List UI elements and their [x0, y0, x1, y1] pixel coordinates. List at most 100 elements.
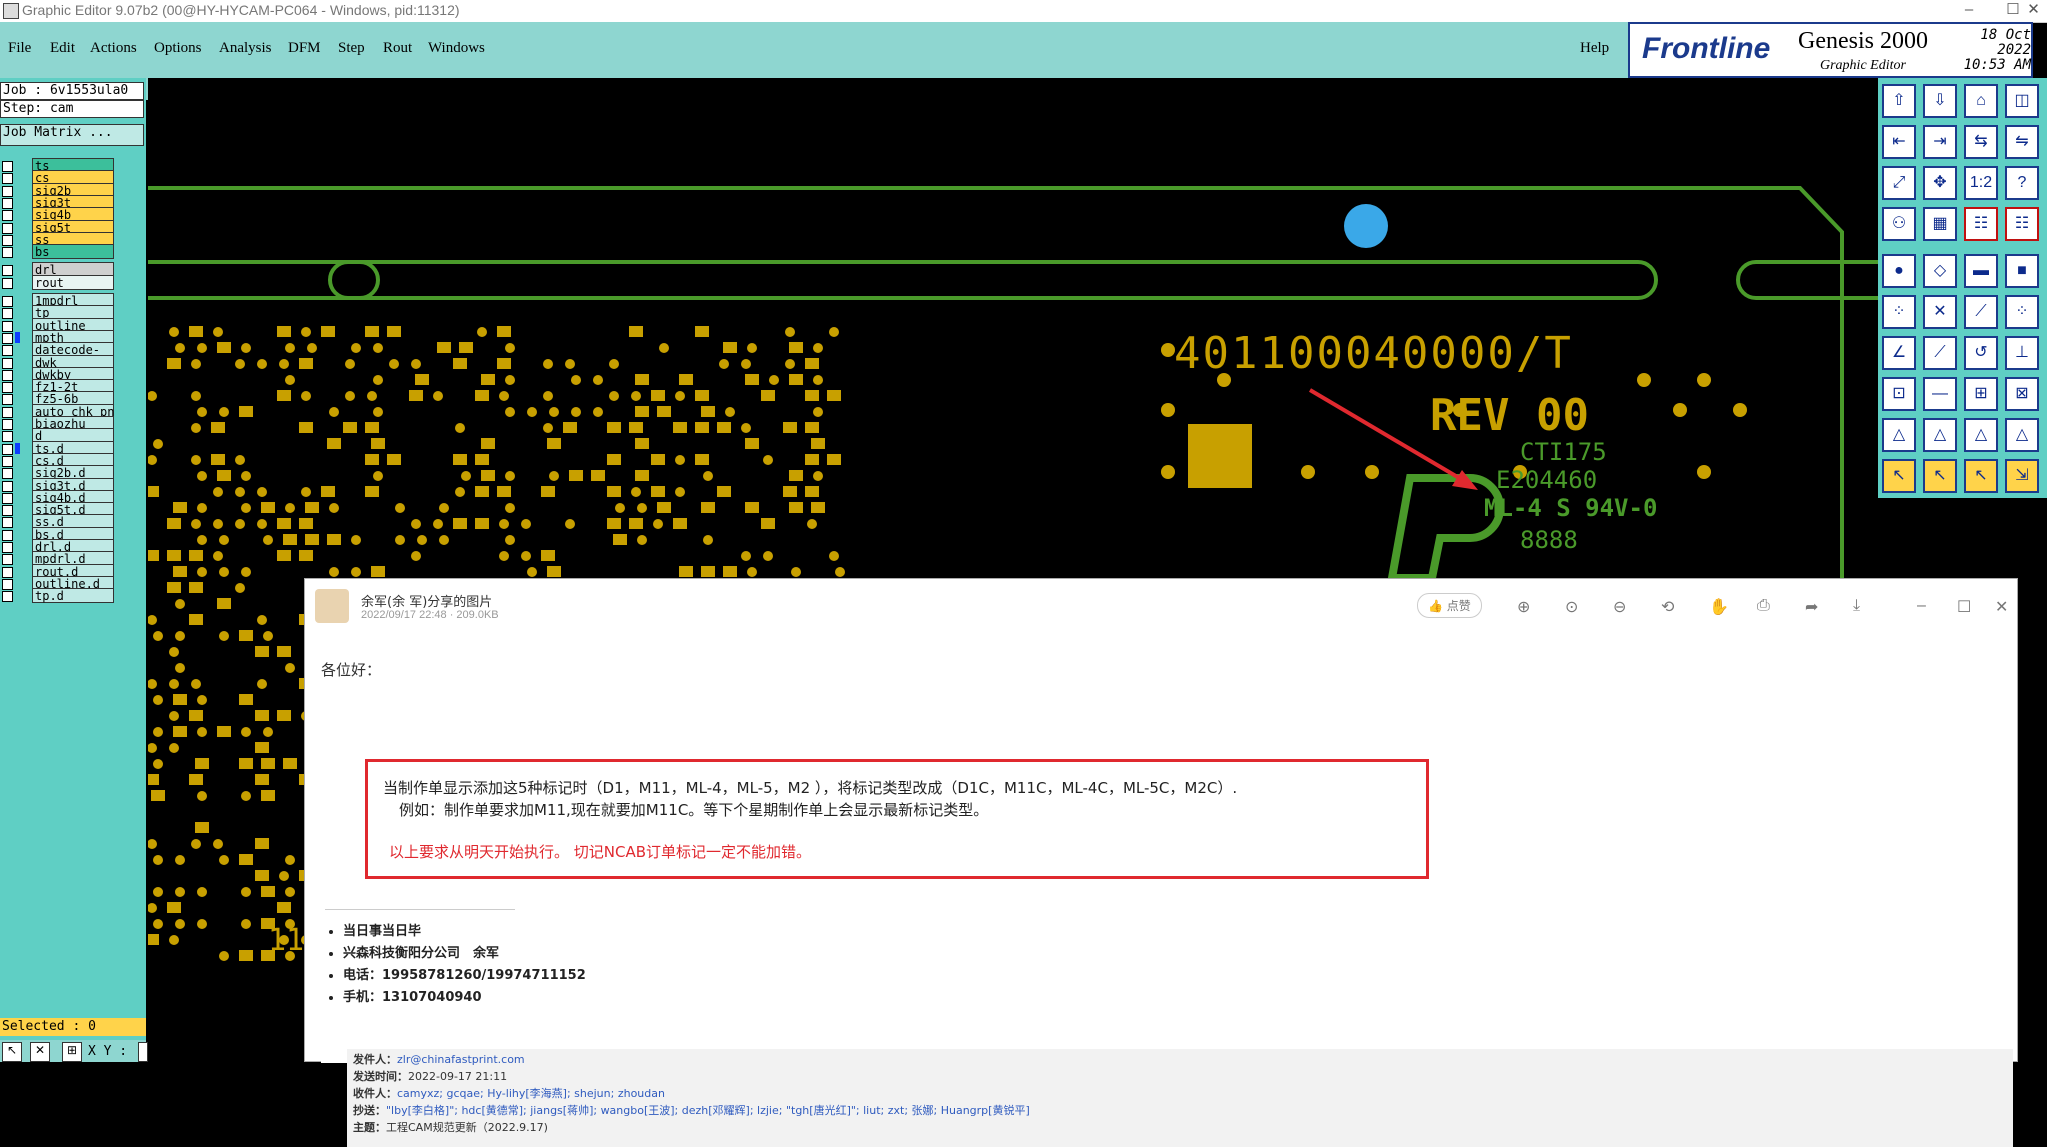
- minimize-viewer-button[interactable]: –: [1917, 597, 1926, 615]
- print-icon[interactable]: ⎙: [1757, 597, 1770, 615]
- tool-button-icon[interactable]: ⁘: [1882, 295, 1916, 329]
- zoom-in-icon[interactable]: ⊕: [1517, 597, 1530, 617]
- pad: [433, 391, 443, 401]
- pad: [679, 374, 693, 385]
- greeting-text: 各位好：: [321, 661, 382, 679]
- pad: [631, 487, 641, 497]
- tool-button-icon[interactable]: ☷: [2005, 207, 2039, 241]
- tool-button-icon[interactable]: ◫: [2005, 84, 2039, 118]
- menu-windows[interactable]: Windows: [428, 40, 485, 57]
- share-icon[interactable]: ➦: [1805, 597, 1818, 617]
- tool-button-icon[interactable]: ◇: [1923, 254, 1957, 288]
- pad: [505, 343, 515, 353]
- tool-button-icon[interactable]: ✕: [1923, 295, 1957, 329]
- avatar: [315, 589, 349, 623]
- tool-button-icon[interactable]: ⊠: [2005, 377, 2039, 411]
- tool-button-icon[interactable]: ⟋: [1923, 336, 1957, 370]
- tool-button-icon[interactable]: ⇩: [1923, 84, 1957, 118]
- tool-button-icon[interactable]: △: [2005, 418, 2039, 452]
- tool-button-icon[interactable]: ⊥: [2005, 336, 2039, 370]
- menu-file[interactable]: File: [8, 40, 31, 57]
- tool-button-icon[interactable]: ⟋: [1964, 295, 1998, 329]
- tool-button-icon[interactable]: ⚇: [1882, 207, 1916, 241]
- layer-checkbox[interactable]: [2, 591, 13, 603]
- menu-help[interactable]: Help: [1580, 40, 1609, 57]
- tool-button-icon[interactable]: ●: [1882, 254, 1916, 288]
- tool-button-icon[interactable]: ⇲: [2005, 459, 2039, 493]
- like-button[interactable]: 👍 点赞: [1417, 593, 1482, 618]
- tool-button-icon[interactable]: △: [1923, 418, 1957, 452]
- coord-bar: ↖ ✕ ⊞ X Y :: [0, 1040, 148, 1062]
- pad: [175, 343, 185, 353]
- download-icon[interactable]: ⤓: [1853, 597, 1860, 615]
- tool-button-icon[interactable]: △: [1882, 418, 1916, 452]
- rotate-icon[interactable]: ⟲: [1661, 597, 1674, 617]
- pad: [499, 391, 509, 401]
- pad: [701, 566, 715, 577]
- pad: [703, 471, 713, 481]
- menu-rout[interactable]: Rout: [383, 40, 412, 57]
- pad: [745, 374, 759, 385]
- tool-button-icon[interactable]: ⊡: [1882, 377, 1916, 411]
- tool-button-icon[interactable]: ⇆: [1964, 125, 1998, 159]
- job-matrix-button[interactable]: Job Matrix ...: [0, 124, 144, 146]
- close-viewer-button[interactable]: ✕: [1995, 597, 2008, 617]
- actual-size-icon[interactable]: ⊙: [1565, 597, 1578, 617]
- pad: [148, 486, 159, 497]
- pad: [329, 407, 339, 417]
- tool-button-icon[interactable]: ⌂: [1964, 84, 1998, 118]
- tool-button-icon[interactable]: ☷: [1964, 207, 1998, 241]
- menu-analysis[interactable]: Analysis: [219, 40, 272, 57]
- cross-icon[interactable]: ✕: [30, 1042, 50, 1062]
- maximize-viewer-button[interactable]: ☐: [1957, 597, 1971, 617]
- pad: [151, 790, 165, 801]
- pad: [543, 359, 553, 369]
- tool-button-icon[interactable]: ✥: [1923, 166, 1957, 200]
- pad: [263, 727, 273, 737]
- minimize-button[interactable]: –: [1946, 0, 1992, 22]
- tool-button-icon[interactable]: ▬: [1964, 254, 1998, 288]
- tool-button-icon[interactable]: ?: [2005, 166, 2039, 200]
- layer-row[interactable]: rout: [0, 274, 116, 290]
- tool-button-icon[interactable]: ⇋: [2005, 125, 2039, 159]
- tool-button-icon[interactable]: ⁘: [2005, 295, 2039, 329]
- layer-checkbox[interactable]: [2, 277, 13, 289]
- layer-row[interactable]: tp.d: [0, 588, 116, 604]
- tool-button-icon[interactable]: ⊞: [1964, 377, 1998, 411]
- pad: [411, 551, 421, 561]
- step-label: Step: cam: [0, 100, 144, 118]
- pad: [257, 359, 267, 369]
- tool-button-icon[interactable]: ―: [1923, 377, 1957, 411]
- zoom-out-icon[interactable]: ⊖: [1613, 597, 1626, 617]
- coord-input[interactable]: [138, 1042, 148, 1062]
- tool-button-icon[interactable]: ↺: [1964, 336, 1998, 370]
- tool-button-icon[interactable]: ↖: [1964, 459, 1998, 493]
- tool-button-icon[interactable]: ■: [2005, 254, 2039, 288]
- tool-button-icon[interactable]: ↖: [1882, 459, 1916, 493]
- pointer-icon[interactable]: ↖: [2, 1042, 22, 1062]
- tool-button-icon[interactable]: ⤢: [1882, 166, 1916, 200]
- pad: [409, 390, 423, 401]
- menu-actions[interactable]: Actions: [90, 40, 137, 57]
- tool-button-icon[interactable]: ⇥: [1923, 125, 1957, 159]
- time-text: 10:53 AM: [1963, 57, 2031, 73]
- tool-button-icon[interactable]: ∠: [1882, 336, 1916, 370]
- pad: [527, 407, 537, 417]
- menu-edit[interactable]: Edit: [50, 40, 75, 57]
- pad: [255, 646, 269, 657]
- tool-button-icon[interactable]: ⇧: [1882, 84, 1916, 118]
- layer-checkbox[interactable]: [2, 247, 13, 259]
- tool-button-icon[interactable]: 1:2: [1964, 166, 1998, 200]
- grid-icon[interactable]: ⊞: [62, 1042, 82, 1062]
- hand-icon[interactable]: ✋: [1709, 597, 1729, 617]
- tool-button-icon[interactable]: ▦: [1923, 207, 1957, 241]
- menu-options[interactable]: Options: [154, 40, 202, 57]
- menu-dfm[interactable]: DFM: [288, 40, 321, 57]
- tool-button-icon[interactable]: ↖: [1923, 459, 1957, 493]
- viewer-meta: 2022/09/17 22:48 · 209.0KB: [361, 609, 499, 621]
- layer-row[interactable]: bs: [0, 244, 116, 260]
- tool-button-icon[interactable]: ⇤: [1882, 125, 1916, 159]
- tool-button-icon[interactable]: △: [1964, 418, 1998, 452]
- menu-step[interactable]: Step: [338, 40, 365, 57]
- close-button[interactable]: ✕: [2020, 0, 2047, 22]
